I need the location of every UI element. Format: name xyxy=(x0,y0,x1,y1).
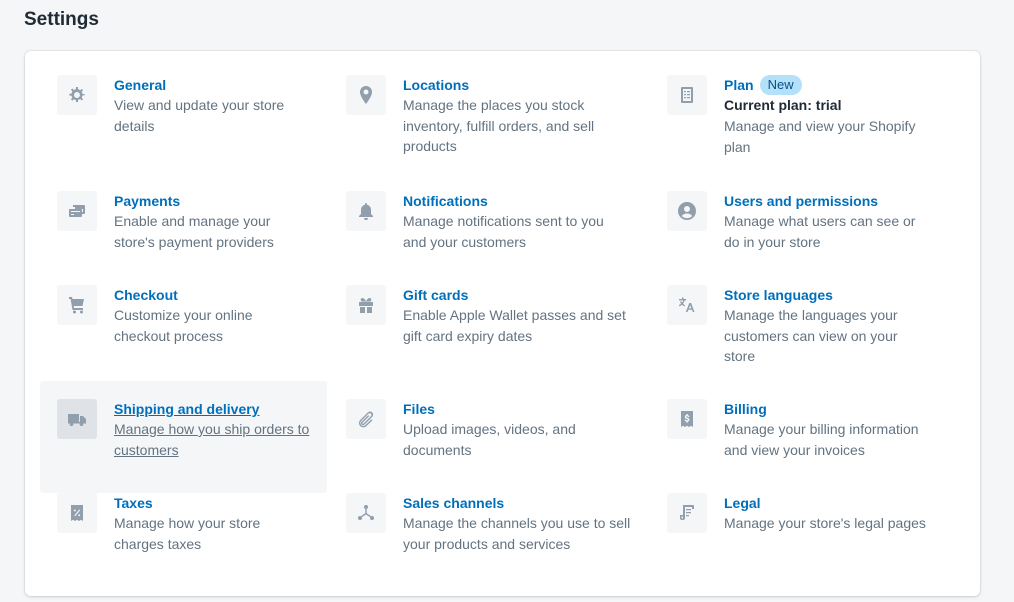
item-description: Manage how you ship orders to customers xyxy=(114,421,310,458)
item-description: Manage what users can see or do in your … xyxy=(724,213,916,250)
item-title: Files xyxy=(403,401,435,417)
item-title: Checkout xyxy=(114,287,178,303)
current-plan-label: Current plan: trial xyxy=(724,97,842,113)
item-title: Locations xyxy=(403,77,470,93)
item-description: Upload images, videos, and documents xyxy=(403,421,576,458)
item-title: Plan xyxy=(724,77,754,93)
truck-icon xyxy=(57,399,97,439)
bell-icon xyxy=(346,191,386,231)
item-title: Billing xyxy=(724,401,767,417)
settings-item-plan[interactable]: Plan New Current plan: trial Manage and … xyxy=(647,57,947,191)
item-title: General xyxy=(114,77,167,93)
settings-card: General View and update your store detai… xyxy=(25,51,980,596)
payments-icon xyxy=(57,191,97,231)
settings-item-sales-channels[interactable]: Sales channels Manage the channels you u… xyxy=(327,475,647,587)
user-icon xyxy=(667,191,707,231)
settings-item-gift-cards[interactable]: Gift cards Enable Apple Wallet passes an… xyxy=(327,267,647,399)
item-title: Gift cards xyxy=(403,287,469,303)
settings-item-taxes[interactable]: Taxes Manage how your store charges taxe… xyxy=(40,475,327,587)
item-description: Manage your store's legal pages xyxy=(724,515,926,531)
tax-receipt-icon xyxy=(57,493,97,533)
translate-icon xyxy=(667,285,707,325)
item-description: Manage how your store charges taxes xyxy=(114,515,261,552)
item-description: View and update your store details xyxy=(114,97,285,134)
item-title: Legal xyxy=(724,495,761,511)
settings-item-general[interactable]: General View and update your store detai… xyxy=(40,57,327,191)
item-title: Store languages xyxy=(724,287,833,303)
paperclip-icon xyxy=(346,399,386,439)
gear-icon xyxy=(57,75,97,115)
settings-grid: General View and update your store detai… xyxy=(40,75,947,587)
plan-checklist-icon xyxy=(667,75,707,115)
item-description: Manage the places you stock inventory, f… xyxy=(403,97,595,154)
item-description: Manage notifications sent to you and you… xyxy=(403,213,604,250)
cart-icon xyxy=(57,285,97,325)
item-description: Enable and manage your store's payment p… xyxy=(114,213,274,250)
item-title: Taxes xyxy=(114,495,153,511)
item-description: Manage your billing information and view… xyxy=(724,421,919,458)
settings-item-locations[interactable]: Locations Manage the places you stock in… xyxy=(327,57,647,191)
legal-document-icon xyxy=(667,493,707,533)
billing-receipt-icon xyxy=(667,399,707,439)
item-title: Users and permissions xyxy=(724,193,879,209)
item-description: Enable Apple Wallet passes and set gift … xyxy=(403,307,626,344)
item-description: Manage and view your Shopify plan xyxy=(724,118,916,155)
item-description: Customize your online checkout process xyxy=(114,307,253,344)
item-title: Notifications xyxy=(403,193,488,209)
settings-item-legal[interactable]: Legal Manage your store's legal pages xyxy=(647,475,947,587)
new-badge: New xyxy=(759,75,802,95)
page-title: Settings xyxy=(24,9,99,30)
item-description: Manage the channels you use to sell your… xyxy=(403,515,631,552)
gift-icon xyxy=(346,285,386,325)
item-title: Payments xyxy=(114,193,181,209)
item-title: Shipping and delivery xyxy=(114,401,260,417)
settings-item-checkout[interactable]: Checkout Customize your online checkout … xyxy=(40,267,327,399)
item-description: Manage the languages your customers can … xyxy=(724,307,898,364)
channels-icon xyxy=(346,493,386,533)
item-title: Sales channels xyxy=(403,495,505,511)
location-pin-icon xyxy=(346,75,386,115)
settings-item-store-languages[interactable]: Store languages Manage the languages you… xyxy=(647,267,947,399)
